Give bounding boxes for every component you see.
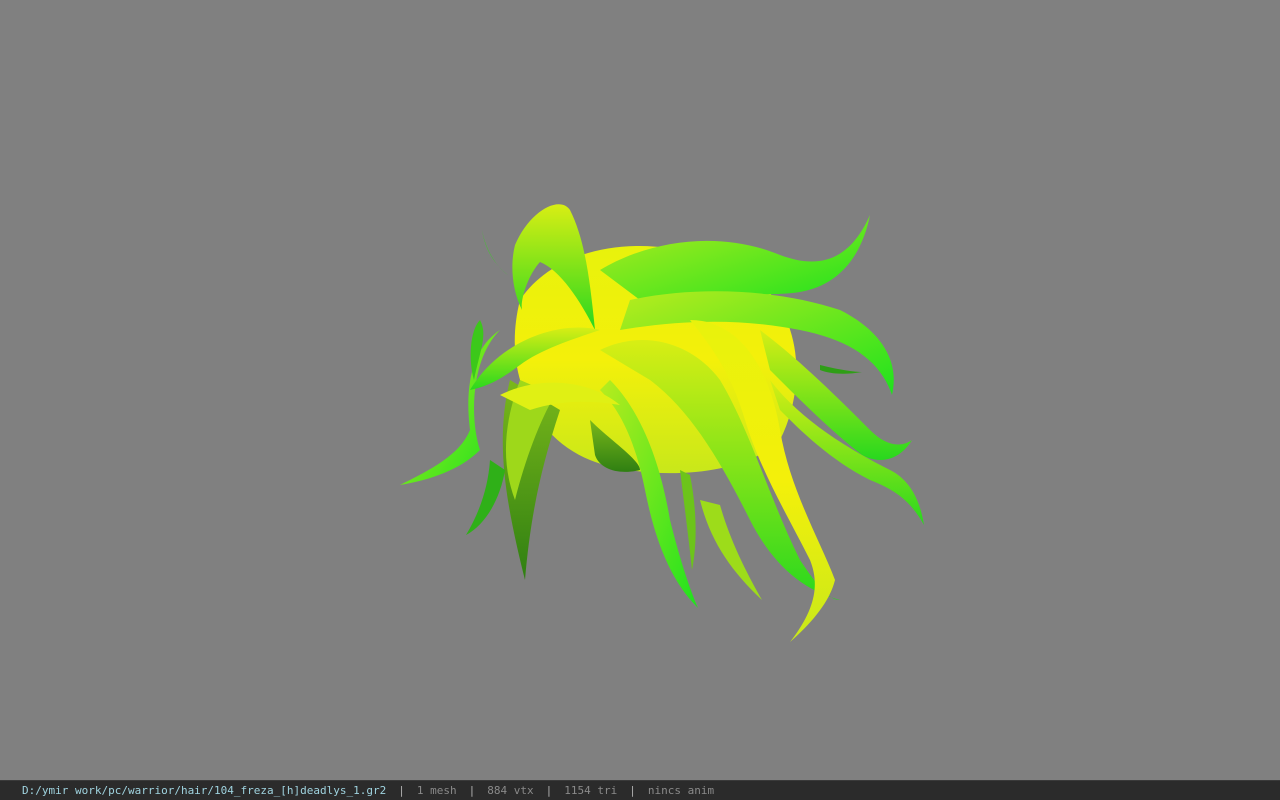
hair-model-render bbox=[400, 204, 924, 642]
vertex-count-label: 884 vtx bbox=[487, 784, 534, 797]
animation-status-label: nincs anim bbox=[647, 784, 715, 797]
status-bar: D:/ymir work/pc/warrior/hair/104_freza_[… bbox=[0, 780, 1280, 800]
status-separator: | bbox=[468, 784, 476, 797]
3d-viewport[interactable] bbox=[0, 0, 1280, 780]
file-path-label: D:/ymir work/pc/warrior/hair/104_freza_[… bbox=[22, 784, 387, 797]
status-separator: | bbox=[398, 784, 405, 797]
status-separator: | bbox=[545, 784, 553, 797]
status-separator: | bbox=[629, 784, 636, 797]
triangle-count-label: 1154 tri bbox=[564, 784, 618, 797]
mesh-count-label: 1 mesh bbox=[416, 784, 457, 797]
